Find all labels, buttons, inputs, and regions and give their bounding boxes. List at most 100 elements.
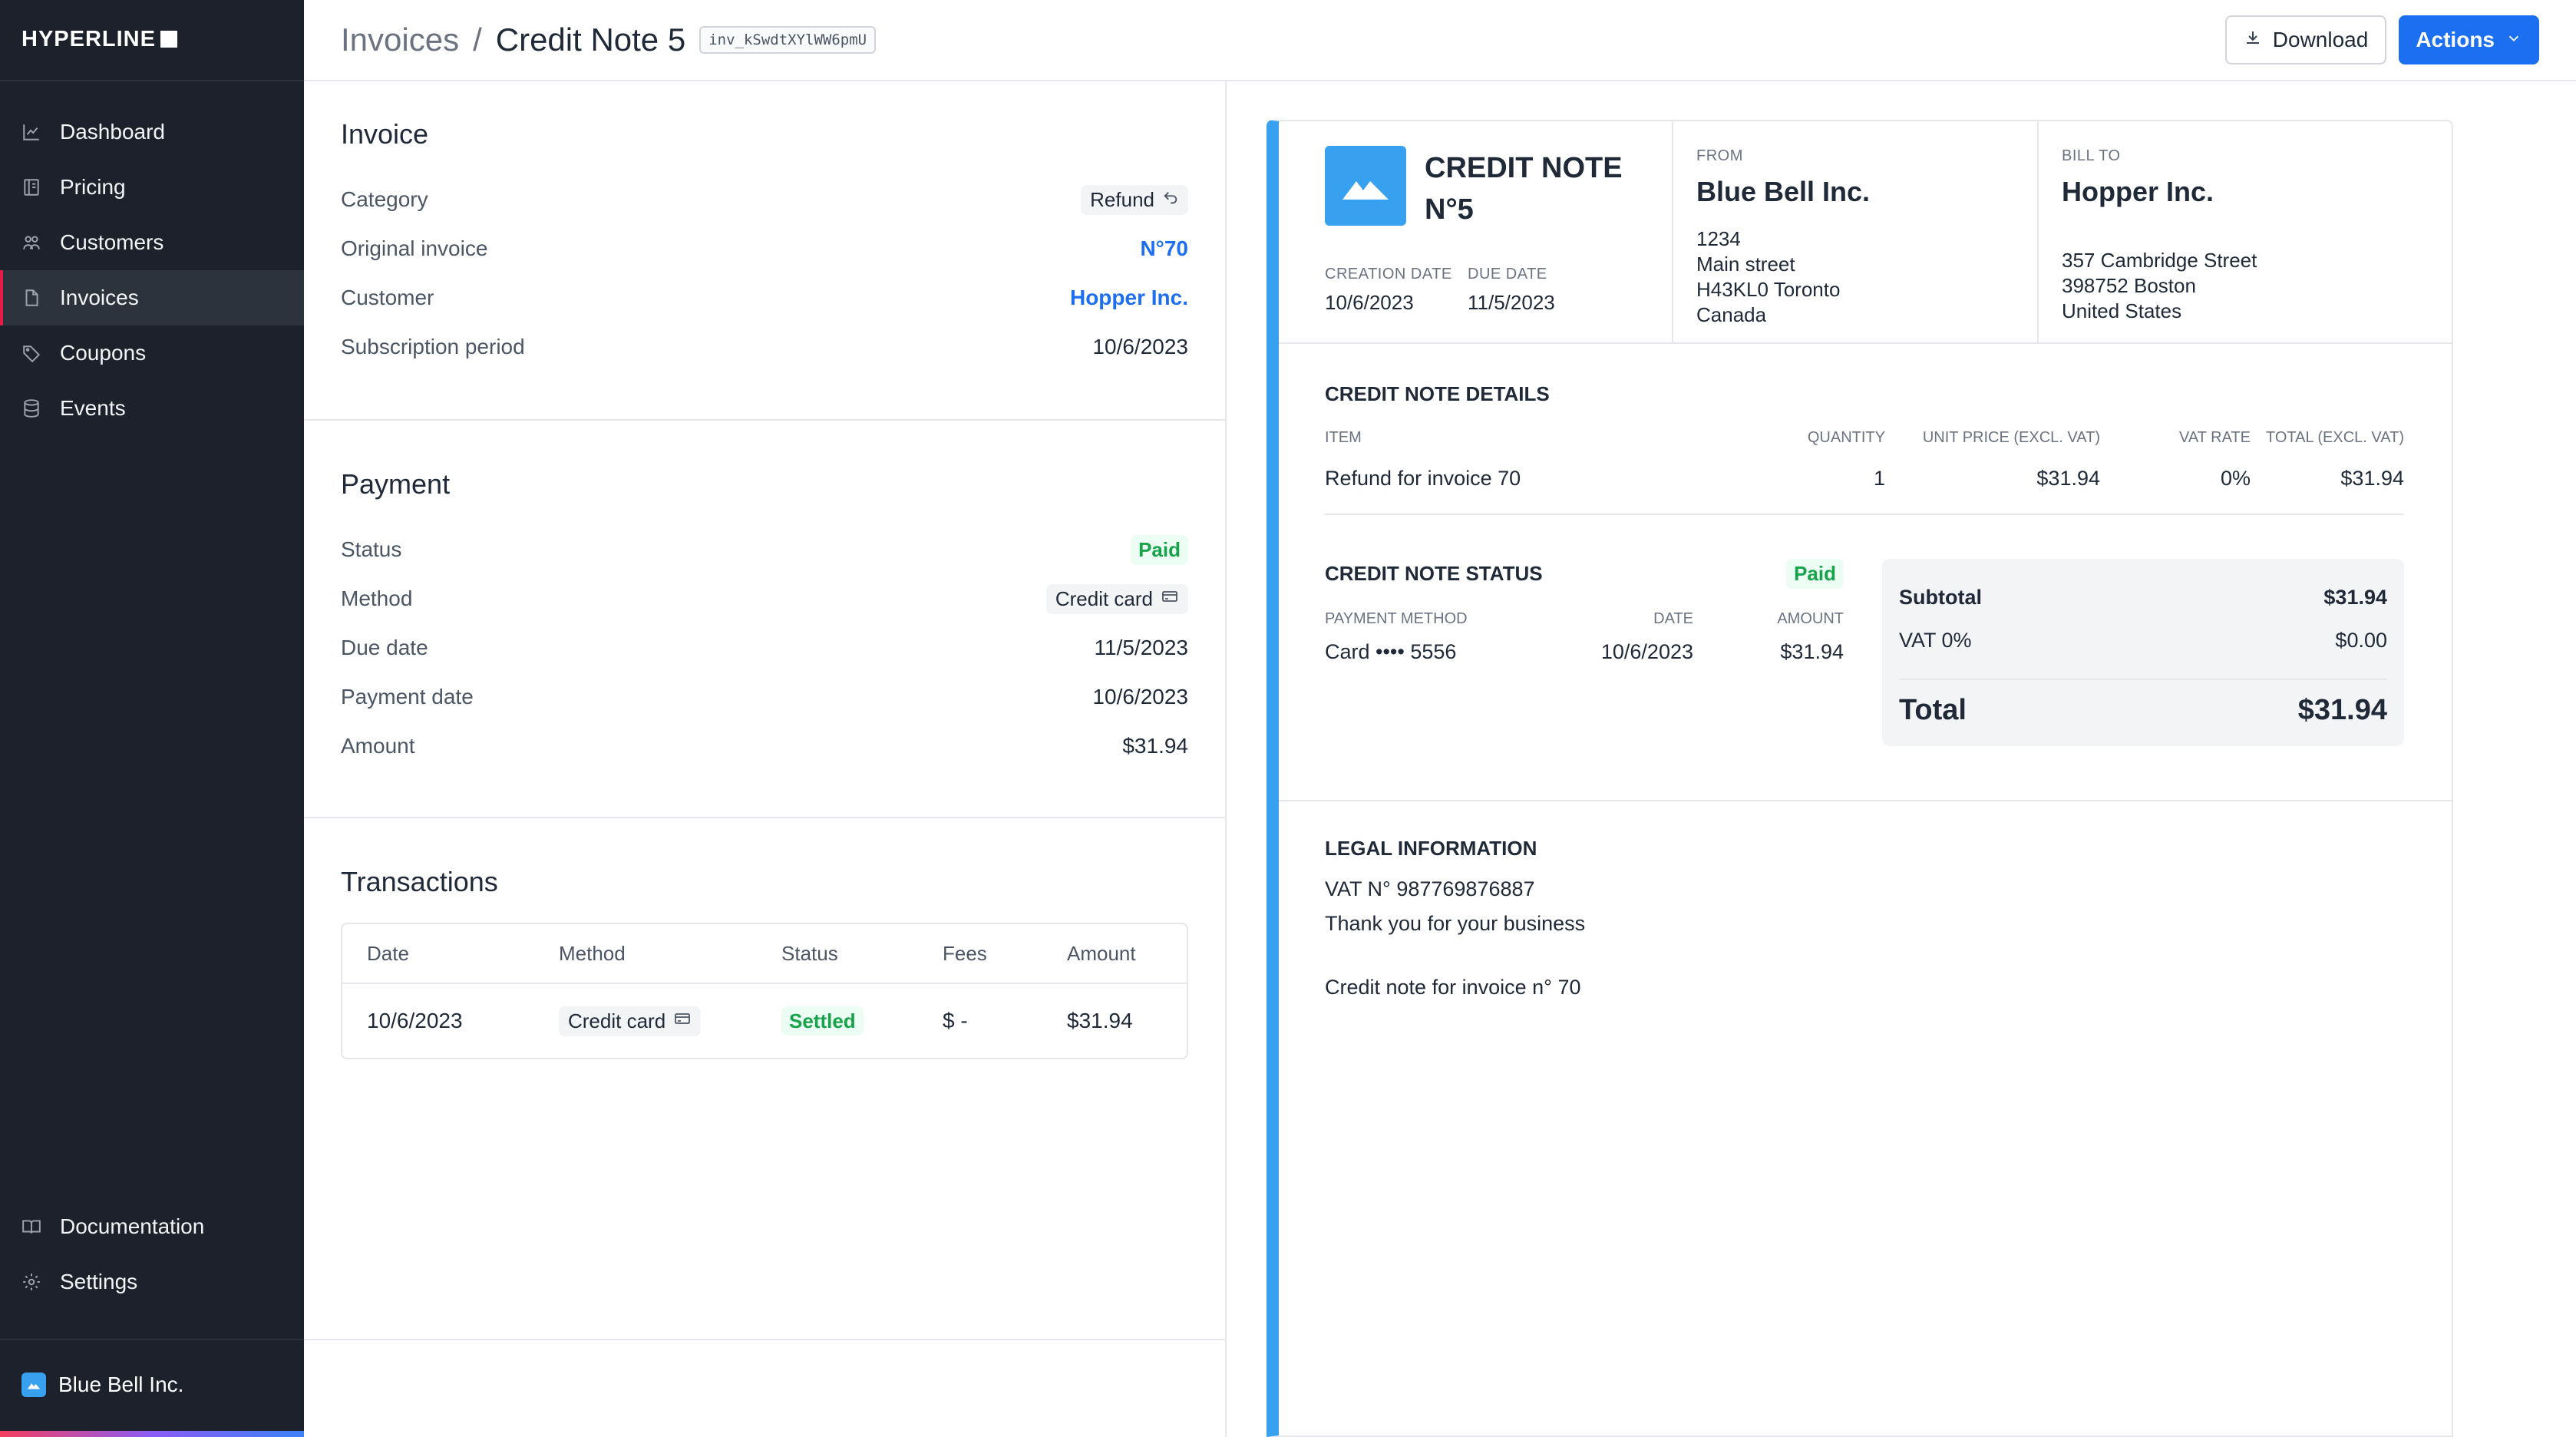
section-divider	[304, 817, 1225, 818]
line-item-vat-rate: 0%	[2220, 467, 2251, 490]
credit-card-icon	[673, 1009, 692, 1033]
payment-method-value: Credit card	[1055, 586, 1153, 610]
tag-icon	[21, 343, 41, 363]
category-label: Category	[341, 187, 428, 211]
organization-switcher[interactable]: Blue Bell Inc.	[21, 1373, 183, 1397]
category-value: Refund	[1090, 187, 1154, 211]
creation-date-block: CREATION DATE 10/6/2023	[1325, 266, 1452, 315]
column-divider	[2037, 121, 2039, 344]
sidebar-item-pricing[interactable]: Pricing	[0, 160, 304, 215]
sidebar-item-label: Coupons	[60, 341, 147, 365]
transaction-method-value: Credit card	[568, 1009, 666, 1032]
transactions-heading: Transactions	[341, 866, 498, 897]
payment-status-row: Status Paid	[341, 525, 1188, 574]
address-line: 357 Cambridge Street	[2062, 249, 2257, 272]
legal-information: LEGAL INFORMATION VAT N° 987769876887 Th…	[1325, 837, 2092, 999]
sidebar-item-invoices[interactable]: Invoices	[0, 270, 304, 325]
payment-method-row: Method Credit card	[341, 574, 1188, 623]
original-invoice-link[interactable]: N°70	[1140, 236, 1188, 261]
sidebar-item-coupons[interactable]: Coupons	[0, 325, 304, 381]
transaction-date: 10/6/2023	[367, 1009, 463, 1032]
invoice-section: Invoice Category Refund Original invoice…	[341, 118, 1188, 372]
sidebar-item-customers[interactable]: Customers	[0, 215, 304, 270]
amount-row: Amount $31.94	[341, 722, 1188, 771]
chart-line-icon	[21, 122, 41, 142]
sidebar-item-settings[interactable]: Settings	[0, 1254, 304, 1310]
sidebar-item-label: Dashboard	[60, 120, 165, 144]
table-header-row: Date Method Status Fees Amount	[342, 924, 1187, 984]
column-header-date: DATE	[1653, 610, 1693, 627]
document-header: CREDIT NOTE N°5 CREATION DATE 10/6/2023 …	[1279, 121, 2452, 344]
column-header-vat-rate: VAT RATE	[2179, 429, 2251, 446]
category-badge: Refund	[1081, 184, 1188, 215]
download-button[interactable]: Download	[2224, 15, 2387, 64]
payment-heading: Payment	[341, 468, 451, 500]
sidebar-item-dashboard[interactable]: Dashboard	[0, 104, 304, 160]
amount-value: $31.94	[1122, 734, 1188, 758]
bill-to-address: 357 Cambridge Street 398752 Boston Unite…	[2062, 248, 2257, 324]
subscription-period-row: Subscription period 10/6/2023	[341, 322, 1188, 372]
due-date-block: DUE DATE 11/5/2023	[1468, 266, 1555, 315]
sidebar: HYPERLINE Dashboard Pricing Customers In…	[0, 0, 304, 1437]
sidebar-item-events[interactable]: Events	[0, 381, 304, 436]
logo-square-icon	[160, 31, 177, 48]
transaction-fees: $ -	[943, 1009, 968, 1032]
sidebar-item-label: Pricing	[60, 175, 126, 199]
payment-method-label: Method	[341, 586, 413, 610]
transaction-status-badge: Settled	[781, 1006, 864, 1036]
column-header-item: ITEM	[1325, 429, 1362, 446]
topbar: Invoices / Credit Note 5 inv_kSwdtXYlWW6…	[304, 0, 2576, 81]
sidebar-item-documentation[interactable]: Documentation	[0, 1199, 304, 1254]
mountain-logo-icon	[21, 1373, 46, 1397]
status-header: CREDIT NOTE STATUS Paid	[1325, 559, 1844, 589]
transaction-method: Credit card	[559, 1006, 781, 1036]
subscription-period-value: 10/6/2023	[1092, 335, 1188, 358]
customer-label: Customer	[341, 286, 434, 309]
total-label: Total	[1899, 693, 1967, 726]
table-row[interactable]: 10/6/2023 Credit card Settled $ - $31.94	[342, 984, 1187, 1058]
credit-note-document: CREDIT NOTE N°5 CREATION DATE 10/6/2023 …	[1267, 120, 2453, 1437]
vat-row: VAT 0% $0.00	[1899, 619, 2387, 662]
status-heading: CREDIT NOTE STATUS	[1325, 562, 1543, 585]
breadcrumb-separator: /	[473, 21, 482, 58]
subtotal-row: Subtotal $31.94	[1899, 576, 2387, 619]
actions-dropdown-button[interactable]: Actions	[2399, 15, 2539, 64]
payment-date-value: 10/6/2023	[1092, 685, 1188, 709]
original-invoice-label: Original invoice	[341, 236, 488, 260]
legal-heading: LEGAL INFORMATION	[1325, 837, 1537, 860]
subscription-period-label: Subscription period	[341, 335, 525, 358]
download-icon	[2244, 28, 2262, 52]
line-item-quantity: 1	[1873, 467, 1885, 490]
address-line: H43KL0 Toronto	[1696, 278, 1841, 301]
line-items-header: ITEM QUANTITY UNIT PRICE (EXCL. VAT) VAT…	[1325, 429, 2404, 447]
actions-label: Actions	[2416, 28, 2495, 51]
users-icon	[21, 233, 41, 253]
payment-row-date: 10/6/2023	[1600, 640, 1693, 663]
vat-label: VAT 0%	[1899, 628, 1972, 652]
address-line: Main street	[1696, 253, 1795, 276]
amount-label: Amount	[341, 734, 415, 758]
legal-note: Credit note for invoice n° 70	[1325, 976, 1581, 999]
sidebar-item-label: Events	[60, 396, 126, 420]
column-header-fees: Fees	[943, 941, 987, 965]
doc-due-date-value: 11/5/2023	[1468, 291, 1555, 314]
app-logo[interactable]: HYPERLINE	[21, 26, 177, 52]
payment-row-amount: $31.94	[1780, 640, 1844, 663]
breadcrumb-invoices-link[interactable]: Invoices	[341, 21, 459, 58]
line-item-row: Refund for invoice 70 1 $31.94 0% $31.94	[1325, 467, 2404, 515]
address-line: Canada	[1696, 303, 1767, 326]
column-header-amount: AMOUNT	[1777, 610, 1844, 627]
breadcrumb: Invoices / Credit Note 5 inv_kSwdtXYlWW6…	[341, 21, 877, 58]
invoice-id-badge[interactable]: inv_kSwdtXYlWW6pmU	[699, 26, 877, 54]
column-header-total: TOTAL (EXCL. VAT)	[2265, 429, 2404, 446]
customer-link[interactable]: Hopper Inc.	[1070, 286, 1188, 310]
column-header-amount: Amount	[1067, 941, 1136, 965]
bill-to-label: BILL TO	[2062, 147, 2121, 164]
column-header-status: Status	[781, 941, 838, 965]
payment-card: Card •••• 5556	[1325, 640, 1457, 663]
file-icon	[21, 288, 41, 308]
book-icon	[21, 177, 41, 197]
column-header-method: Method	[559, 941, 626, 965]
doc-due-date-label: DUE DATE	[1468, 266, 1547, 282]
due-date-label: Due date	[341, 636, 428, 659]
